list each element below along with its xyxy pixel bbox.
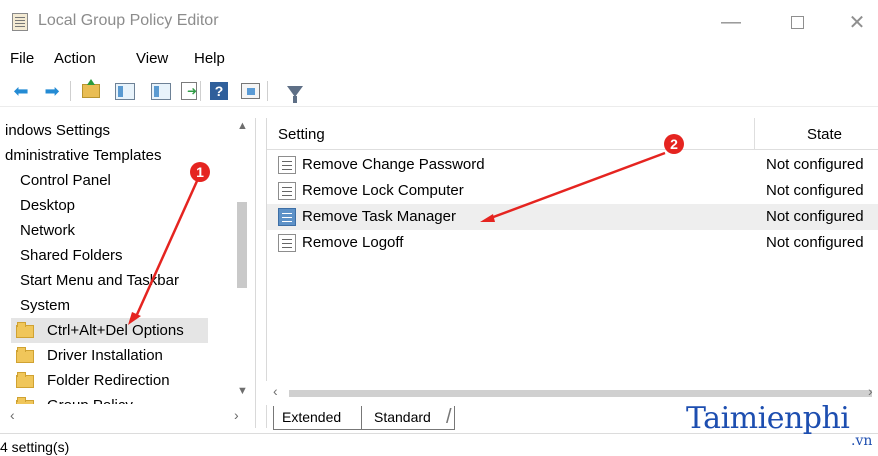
menu-bar: File Action View Help [0, 44, 878, 72]
tree-item-label: Driver Installation [47, 347, 163, 364]
tree-item-ctrl-alt-del-options[interactable]: Ctrl+Alt+Del Options [11, 318, 208, 343]
toolbar-separator [200, 81, 201, 101]
policy-row-remove-change-password[interactable]: Remove Change Password Not configured [267, 152, 878, 178]
minimize-button[interactable]: — [708, 8, 754, 36]
tree-item-label: Ctrl+Alt+Del Options [47, 322, 184, 339]
policy-state: Not configured [766, 182, 864, 199]
tree-vertical-scrollbar[interactable]: ▲ ▼ [232, 118, 254, 404]
policy-setting-icon [278, 182, 296, 200]
policy-name: Remove Lock Computer [302, 182, 464, 199]
watermark-domain: .vn [851, 433, 873, 449]
title-bar: Local Group Policy Editor — ✕ [0, 0, 878, 44]
policy-name: Remove Logoff [302, 234, 404, 251]
annotation-badge-2: 2 [664, 134, 684, 154]
settings-count: 4 setting(s) [0, 439, 70, 455]
watermark-logo: Taimienphi [686, 401, 850, 436]
menu-help[interactable]: Help [194, 50, 225, 67]
back-arrow-icon: ⬅ [13, 81, 29, 101]
tree-horizontal-scrollbar[interactable]: ‹ › [0, 404, 255, 427]
scroll-right-icon[interactable]: › [234, 407, 239, 423]
policy-setting-icon [278, 234, 296, 252]
properties-button[interactable] [150, 80, 172, 102]
tab-standard[interactable]: Standard [361, 406, 455, 430]
scroll-up-icon[interactable]: ▲ [237, 120, 248, 132]
policy-row-remove-task-manager[interactable]: Remove Task Manager Not configured [267, 204, 878, 230]
view-icon [240, 83, 260, 99]
filter-button[interactable] [284, 80, 306, 103]
folder-icon [16, 322, 34, 338]
filter-icon [287, 85, 303, 103]
folder-up-icon [82, 79, 100, 98]
panel-icon [115, 82, 135, 100]
policy-tree: indows Settings dministrative Templates … [0, 118, 256, 428]
maximize-icon [790, 15, 804, 29]
policy-name: Remove Task Manager [302, 208, 456, 225]
taimienphi-watermark: Taimienphi .vn [683, 401, 873, 456]
menu-file[interactable]: File [10, 50, 34, 67]
policy-row-remove-lock-computer[interactable]: Remove Lock Computer Not configured [267, 178, 878, 204]
menu-action[interactable]: Action [54, 50, 96, 67]
state-column-header[interactable]: State [807, 126, 842, 143]
scroll-left-icon[interactable]: ‹ [10, 407, 15, 423]
window-title: Local Group Policy Editor [38, 12, 219, 29]
toolbar-separator [70, 81, 71, 101]
policy-name: Remove Change Password [302, 156, 485, 173]
tree-item-label: Folder Redirection [47, 372, 170, 389]
export-list-button[interactable] [178, 80, 200, 102]
tree-item-shared-folders[interactable]: Shared Folders [20, 243, 123, 268]
tree-item-folder-redirection[interactable]: Folder Redirection [11, 368, 208, 393]
annotation-badge-1: 1 [190, 162, 210, 182]
forward-button[interactable]: ➡ [41, 80, 63, 102]
toolbar: ⬅ ➡ ? [0, 75, 878, 107]
view-button[interactable] [239, 80, 261, 102]
properties-icon [151, 82, 171, 100]
toolbar-separator [267, 81, 268, 101]
export-icon [181, 82, 197, 100]
back-button[interactable]: ⬅ [10, 80, 32, 102]
policy-setting-icon [278, 156, 296, 174]
tree-item-network[interactable]: Network [20, 218, 75, 243]
group-policy-icon [12, 13, 28, 31]
policy-state: Not configured [766, 234, 864, 251]
scroll-down-icon[interactable]: ▼ [237, 385, 248, 397]
setting-column-header[interactable]: Setting [278, 126, 325, 143]
list-scroll-thumb[interactable] [289, 390, 872, 397]
close-button[interactable]: ✕ [834, 8, 878, 36]
tree-item-administrative-templates[interactable]: dministrative Templates [5, 143, 161, 168]
policy-state: Not configured [766, 156, 864, 173]
scroll-right-icon[interactable]: › [868, 383, 873, 399]
up-folder-button[interactable] [80, 79, 102, 102]
maximize-button[interactable] [774, 8, 820, 36]
tree-item-driver-installation[interactable]: Driver Installation [11, 343, 208, 368]
column-divider[interactable] [754, 118, 755, 150]
forward-arrow-icon: ➡ [44, 81, 60, 101]
help-icon: ? [210, 82, 228, 100]
tab-extended[interactable]: Extended [273, 406, 362, 430]
policy-state: Not configured [766, 208, 864, 225]
tree-scroll-thumb[interactable] [237, 202, 247, 288]
folder-icon [16, 347, 34, 363]
tree-item-system[interactable]: System [20, 293, 70, 318]
tree-item-windows-settings[interactable]: indows Settings [5, 118, 110, 143]
tree-item-label: Group Policy [47, 393, 133, 404]
show-hide-tree-button[interactable] [114, 80, 136, 102]
tree-item-start-menu-taskbar[interactable]: Start Menu and Taskbar [20, 268, 179, 293]
tree-item-control-panel[interactable]: Control Panel [20, 168, 111, 193]
list-header: Setting State [267, 118, 878, 150]
help-button[interactable]: ? [208, 80, 230, 102]
scroll-left-icon[interactable]: ‹ [273, 383, 278, 399]
policy-setting-icon [278, 208, 296, 226]
tab-edge-icon: / [446, 406, 452, 428]
tree-item-group-policy[interactable]: Group Policy [11, 393, 208, 404]
tree-item-desktop[interactable]: Desktop [20, 193, 75, 218]
folder-icon [16, 372, 34, 388]
menu-view[interactable]: View [136, 50, 168, 67]
policy-row-remove-logoff[interactable]: Remove Logoff Not configured [267, 230, 878, 256]
